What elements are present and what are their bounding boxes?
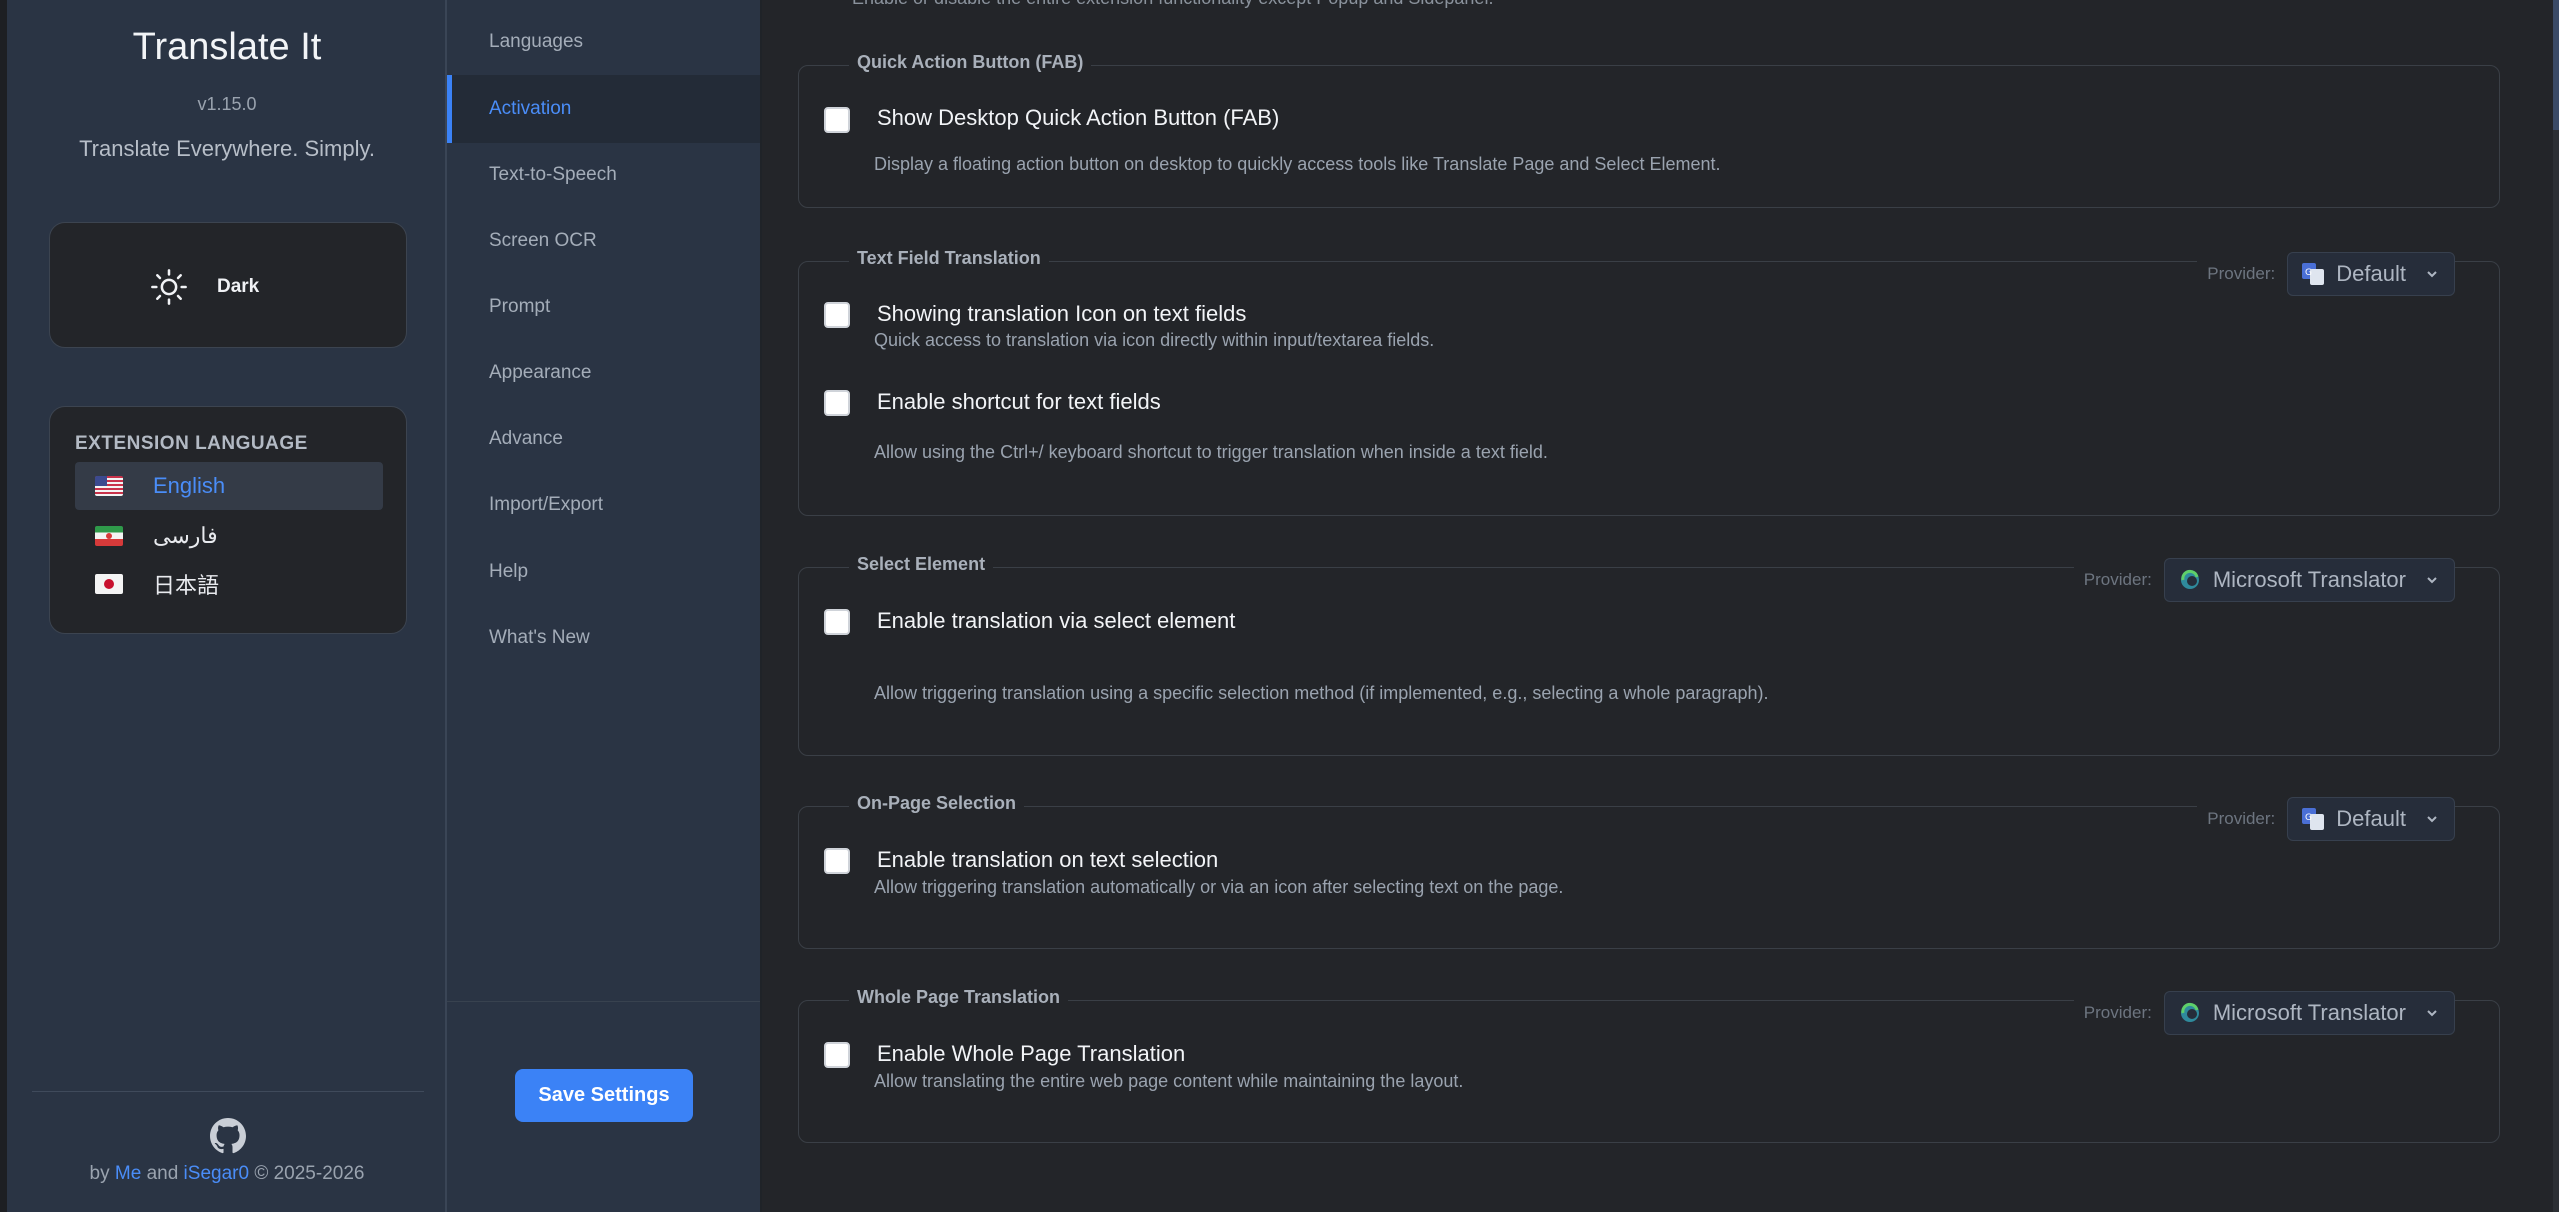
credit-author-link[interactable]: iSegar0	[184, 1163, 250, 1184]
text-field-shortcut-checkbox[interactable]	[824, 390, 850, 416]
us-flag-icon	[95, 476, 123, 496]
microsoft-edge-icon	[2180, 569, 2199, 589]
language-label: English	[153, 473, 226, 498]
nav-item-activation[interactable]: Activation	[447, 75, 760, 143]
app-tagline: Translate Everywhere. Simply.	[79, 136, 375, 161]
microsoft-edge-icon	[2180, 1002, 2199, 1022]
nav-item-prompt[interactable]: Prompt	[447, 273, 760, 341]
provider-group: Provider: G Default	[2197, 797, 2455, 841]
provider-name: Default	[2336, 261, 2406, 286]
language-option-english[interactable]: English	[75, 462, 383, 510]
iran-flag-icon	[95, 526, 123, 546]
section-title: On-Page Selection	[849, 793, 1025, 814]
section-quick-action-button: Quick Action Button (FAB) Show Desktop Q…	[798, 52, 2500, 208]
left-panel: Translate It v1.15.0 Translate Everywher…	[7, 0, 447, 1212]
provider-select[interactable]: Microsoft Translator	[2163, 558, 2455, 602]
nav-item-help[interactable]: Help	[447, 538, 760, 606]
chevron-down-icon	[2427, 816, 2437, 823]
divider	[32, 1091, 424, 1092]
save-settings-button[interactable]: Save Settings	[515, 1069, 693, 1122]
divider	[447, 1001, 760, 1002]
on-page-selection-label: Enable translation on text selection	[877, 847, 1219, 872]
settings-nav: Languages Activation Text-to-Speech Scre…	[447, 0, 762, 1212]
provider-group: Provider: G Default	[2197, 252, 2455, 296]
text-field-icon-checkbox[interactable]	[824, 302, 850, 328]
language-option-persian[interactable]: فارسی	[75, 512, 383, 560]
provider-name: Default	[2336, 806, 2406, 831]
app-version: v1.15.0	[197, 94, 257, 114]
chevron-down-icon	[2427, 271, 2437, 278]
select-element-desc: Allow triggering translation using a spe…	[874, 683, 1769, 703]
extension-language-heading: EXTENSION LANGUAGE	[75, 433, 308, 454]
text-field-icon-desc: Quick access to translation via icon dir…	[874, 330, 1435, 350]
nav-item-screen-ocr[interactable]: Screen OCR	[447, 207, 760, 275]
section-title: Select Element	[849, 554, 994, 575]
whole-page-desc: Allow translating the entire web page co…	[874, 1071, 1464, 1091]
credit-by: by	[89, 1163, 110, 1184]
text-field-shortcut-label: Enable shortcut for text fields	[877, 389, 1161, 414]
whole-page-checkbox[interactable]	[824, 1042, 850, 1068]
fab-option-desc: Display a floating action button on desk…	[874, 154, 1721, 174]
section-title: Quick Action Button (FAB)	[849, 52, 1092, 73]
provider-label: Provider:	[2207, 264, 2276, 283]
theme-label: Dark	[217, 276, 260, 297]
select-element-checkbox[interactable]	[824, 609, 850, 635]
provider-group: Provider: Microsoft Translator	[2073, 991, 2455, 1035]
japan-flag-icon	[95, 574, 123, 594]
svg-text:G: G	[2305, 268, 2312, 278]
footer-credit: by Me and iSegar0 © 2025-2026	[7, 1163, 447, 1185]
on-page-selection-desc: Allow triggering translation automatical…	[874, 877, 1564, 897]
credit-me-link[interactable]: Me	[115, 1163, 141, 1184]
nav-item-text-to-speech[interactable]: Text-to-Speech	[447, 141, 760, 209]
svg-text:G: G	[2305, 813, 2312, 823]
chevron-down-icon	[2427, 577, 2437, 584]
language-option-japanese[interactable]: 日本語	[75, 560, 383, 608]
provider-label: Provider:	[2083, 570, 2152, 589]
scrollbar-thumb[interactable]	[2553, 0, 2559, 130]
sun-icon	[151, 269, 187, 305]
select-element-label: Enable translation via select element	[877, 608, 1236, 633]
section-whole-page-translation: Whole Page Translation Provider: Microso…	[798, 987, 2500, 1143]
section-title: Text Field Translation	[849, 248, 1049, 269]
provider-name: Microsoft Translator	[2212, 567, 2406, 592]
google-translate-icon: G	[2302, 808, 2325, 830]
theme-toggle[interactable]: Dark	[49, 222, 407, 348]
google-translate-icon: G	[2302, 263, 2325, 285]
github-icon[interactable]	[210, 1118, 246, 1154]
scrollbar[interactable]	[2553, 0, 2559, 1212]
nav-item-import-export[interactable]: Import/Export	[447, 471, 760, 539]
fab-option-label: Show Desktop Quick Action Button (FAB)	[877, 105, 1280, 130]
fab-checkbox[interactable]	[824, 107, 850, 133]
provider-label: Provider:	[2083, 1003, 2152, 1022]
app-window: Translate It v1.15.0 Translate Everywher…	[7, 0, 2559, 1212]
credit-and: and	[146, 1163, 179, 1184]
main-content: Enable or disable the entire extension f…	[762, 0, 2559, 1212]
text-field-icon-label: Showing translation Icon on text fields	[877, 301, 1247, 326]
section-on-page-selection: On-Page Selection Provider: G Default En…	[798, 793, 2500, 949]
text-field-shortcut-desc: Allow using the Ctrl+/ keyboard shortcut…	[874, 442, 1548, 462]
app-title: Translate It	[132, 26, 322, 68]
provider-group: Provider: Microsoft Translator	[2073, 558, 2455, 602]
nav-item-languages[interactable]: Languages	[447, 8, 760, 76]
section-title: Whole Page Translation	[849, 987, 1069, 1008]
section-description: Enable or disable the entire extension f…	[852, 0, 1493, 9]
nav-item-advance[interactable]: Advance	[447, 405, 760, 473]
provider-select[interactable]: G Default	[2287, 252, 2455, 296]
section-select-element: Select Element Provider: Microsoft Trans…	[798, 554, 2500, 756]
whole-page-label: Enable Whole Page Translation	[877, 1041, 1186, 1066]
chevron-down-icon	[2427, 1010, 2437, 1017]
language-label: 日本語	[153, 573, 220, 598]
provider-label: Provider:	[2207, 809, 2276, 828]
language-label: فارسی	[153, 523, 218, 548]
nav-item-whats-new[interactable]: What's New	[447, 604, 760, 672]
section-text-field-translation: Text Field Translation Provider: G Defau…	[798, 248, 2500, 516]
provider-select[interactable]: Microsoft Translator	[2163, 991, 2455, 1035]
provider-name: Microsoft Translator	[2212, 1000, 2406, 1025]
provider-select[interactable]: G Default	[2287, 797, 2455, 841]
on-page-selection-checkbox[interactable]	[824, 848, 850, 874]
nav-item-appearance[interactable]: Appearance	[447, 339, 760, 407]
credit-copyright: © 2025-2026	[254, 1163, 365, 1184]
extension-language-card: EXTENSION LANGUAGE English فارسی 日本語	[49, 406, 407, 634]
